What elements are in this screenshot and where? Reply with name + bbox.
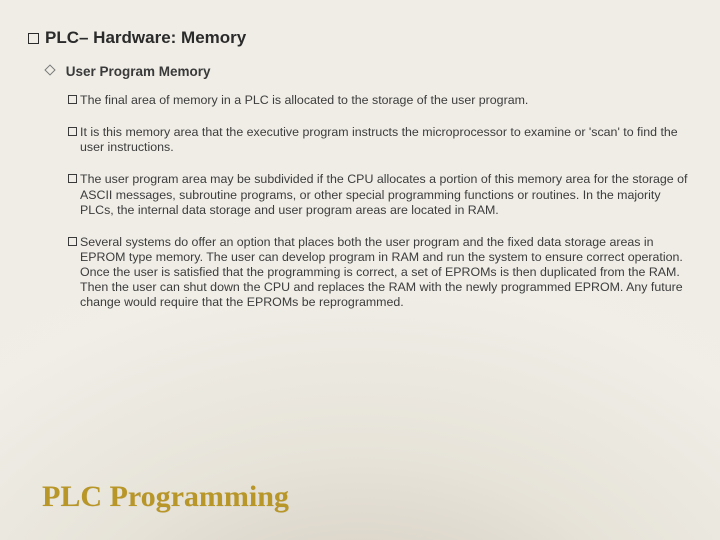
bullet-text: The user program area may be subdivided … [80, 172, 692, 217]
slide-heading: PLC – Hardware: Memory [28, 28, 692, 48]
list-item: It is this memory area that the executiv… [68, 125, 692, 155]
square-bullet-icon [68, 95, 77, 104]
square-bullet-icon [68, 237, 77, 246]
heading-rest: – Hardware: Memory [79, 28, 246, 48]
heading-prefix: PLC [45, 28, 79, 48]
square-bullet-icon [68, 174, 77, 183]
square-bullet-icon [68, 127, 77, 136]
slide: PLC – Hardware: Memory User Program Memo… [0, 0, 720, 540]
bullet-text: It is this memory area that the executiv… [80, 125, 692, 155]
footer-title: PLC Programming [42, 480, 289, 514]
square-bullet-icon [28, 33, 39, 44]
bullet-list: The final area of memory in a PLC is all… [68, 93, 692, 310]
list-item: The user program area may be subdivided … [68, 172, 692, 217]
subheading-text: User Program Memory [66, 64, 211, 79]
slide-subheading: User Program Memory [46, 64, 692, 79]
list-item: Several systems do offer an option that … [68, 235, 692, 311]
list-item: The final area of memory in a PLC is all… [68, 93, 692, 108]
bullet-text: Several systems do offer an option that … [80, 235, 692, 311]
bullet-text: The final area of memory in a PLC is all… [80, 93, 692, 108]
diamond-bullet-icon [44, 64, 55, 75]
